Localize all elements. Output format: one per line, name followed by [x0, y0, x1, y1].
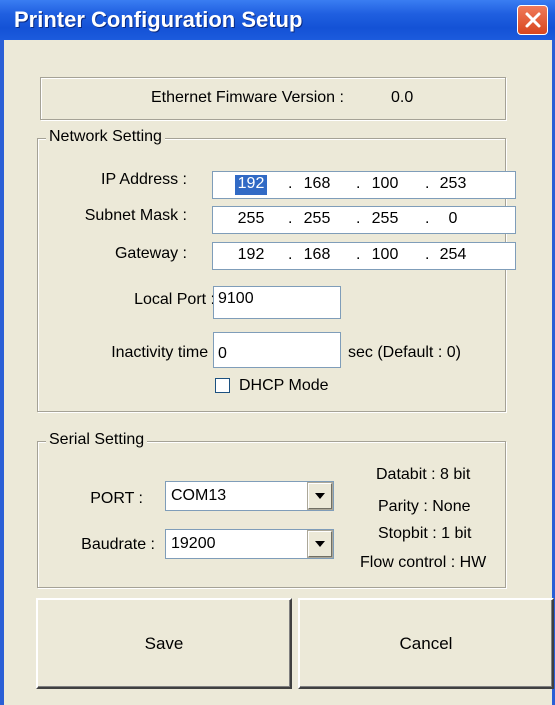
- chevron-down-icon: [315, 493, 325, 499]
- inactivity-time-label: Inactivity time :: [111, 344, 217, 361]
- ip-dot: .: [356, 175, 361, 192]
- firmware-version: 0.0: [391, 89, 414, 106]
- baudrate-value: 19200: [171, 535, 216, 552]
- ip-dot: .: [288, 246, 293, 263]
- network-group-title: Network Setting: [46, 128, 165, 146]
- ip-address-field[interactable]: 192 . 168 . 100 . 253: [212, 171, 516, 199]
- baudrate-dropdown-button[interactable]: [307, 530, 333, 558]
- flow-control-info: Flow control : HW: [360, 554, 487, 571]
- ip-dot: .: [425, 210, 430, 227]
- gateway-octet-3[interactable]: 100: [365, 246, 405, 264]
- baudrate-select[interactable]: 19200: [165, 529, 334, 559]
- ip-octet-1[interactable]: 192: [231, 175, 271, 193]
- gateway-field[interactable]: 192 . 168 . 100 . 254: [212, 242, 516, 270]
- ip-octet-4[interactable]: 253: [433, 175, 473, 193]
- subnet-octet-4[interactable]: 0: [433, 210, 473, 228]
- subnet-octet-1[interactable]: 255: [231, 210, 271, 228]
- subnet-octet-3[interactable]: 255: [365, 210, 405, 228]
- databit-info: Databit : 8 bit: [376, 466, 471, 483]
- subnet-mask-label: Subnet Mask :: [84, 207, 187, 224]
- ip-octet-3[interactable]: 100: [365, 175, 405, 193]
- ip-octet-2[interactable]: 168: [297, 175, 337, 193]
- parity-info: Parity : None: [378, 498, 471, 515]
- subnet-mask-field[interactable]: 255 . 255 . 255 . 0: [212, 206, 516, 234]
- port-label: PORT :: [90, 490, 143, 507]
- window-title: Printer Configuration Setup: [14, 7, 303, 32]
- dhcp-checkbox[interactable]: [215, 378, 230, 393]
- stopbit-info: Stopbit : 1 bit: [378, 525, 472, 542]
- ip-dot: .: [425, 175, 430, 192]
- chevron-down-icon: [315, 541, 325, 547]
- inactivity-default-note: sec (Default : 0): [348, 344, 461, 361]
- gateway-label: Gateway :: [114, 245, 187, 262]
- cancel-button[interactable]: Cancel: [298, 598, 554, 689]
- serial-group-title: Serial Setting: [46, 431, 148, 449]
- network-setting-group: Network Setting IP Address : 192 . 168 .…: [37, 128, 516, 412]
- close-icon: [525, 12, 540, 28]
- port-dropdown-button[interactable]: [307, 482, 333, 510]
- firmware-label: Ethernet Fimware Version :: [151, 89, 344, 106]
- port-value: COM13: [171, 487, 227, 504]
- local-port-label: Local Port :: [134, 291, 215, 308]
- subnet-octet-2[interactable]: 255: [297, 210, 337, 228]
- gateway-octet-1[interactable]: 192: [231, 246, 271, 264]
- port-select[interactable]: COM13: [165, 481, 334, 511]
- close-button[interactable]: [517, 5, 548, 35]
- title-bar[interactable]: Printer Configuration Setup: [0, 0, 555, 40]
- dhcp-mode-label: DHCP Mode: [239, 377, 329, 394]
- gateway-octet-4[interactable]: 254: [433, 246, 473, 264]
- ip-dot: .: [288, 210, 293, 227]
- dialog-body: Ethernet Fimware Version : 0.0 Network S…: [4, 40, 554, 705]
- ip-dot: .: [288, 175, 293, 192]
- save-button[interactable]: Save: [36, 598, 292, 689]
- ip-dot: .: [425, 246, 430, 263]
- serial-setting-group: Serial Setting PORT : COM13 Baudrate : 1…: [37, 431, 506, 588]
- ip-address-label: IP Address :: [101, 171, 187, 188]
- inactivity-time-input[interactable]: 0: [213, 332, 341, 368]
- ip-dot: .: [356, 246, 361, 263]
- local-port-input[interactable]: 9100: [213, 286, 341, 319]
- firmware-panel: Ethernet Fimware Version : 0.0: [40, 77, 506, 120]
- dialog-window: Printer Configuration Setup Ethernet Fim…: [0, 0, 555, 705]
- gateway-octet-2[interactable]: 168: [297, 246, 337, 264]
- ip-dot: .: [356, 210, 361, 227]
- baudrate-label: Baudrate :: [81, 536, 155, 553]
